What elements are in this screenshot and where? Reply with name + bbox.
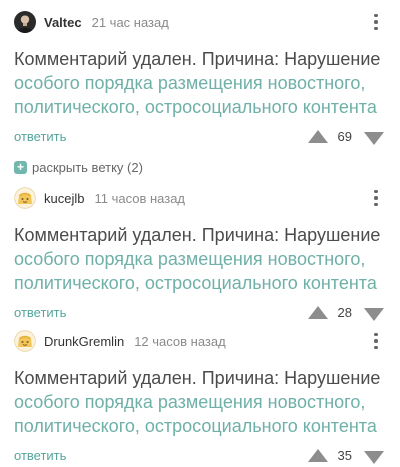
comment-text-plain: Комментарий удален. Причина: Нарушение [14,225,381,245]
comment-time: 11 часов назад [94,190,186,206]
comment-text-link[interactable]: особого порядка размещения новостного, п… [14,392,377,436]
more-options-icon[interactable] [370,329,382,353]
comment-text-plain: Комментарий удален. Причина: Нарушение [14,49,381,69]
reply-button[interactable]: ответить [14,129,66,144]
rating-count: 35 [337,448,352,463]
comment-time: 21 час назад [91,14,169,30]
more-options-icon[interactable] [370,186,382,210]
comment-header: Valtec 21 час назад [14,9,169,35]
avatar[interactable] [14,187,36,209]
comment-text-link[interactable]: особого порядка размещения новостного, п… [14,249,377,293]
comment-header: kucejlb 11 часов назад [14,185,185,211]
author-name[interactable]: kucejlb [44,191,84,206]
author-name[interactable]: DrunkGremlin [44,334,124,349]
arrow-up-icon[interactable] [308,306,328,319]
comment-text-link[interactable]: особого порядка размещения новостного, п… [14,73,377,117]
expand-thread-button[interactable]: + раскрыть ветку (2) [14,158,143,176]
comment-text: Комментарий удален. Причина: Нарушение о… [14,366,389,438]
avatar[interactable] [14,330,36,352]
rating-count: 69 [337,129,352,144]
comment-time: 12 часов назад [134,333,226,349]
comment-footer: ответить 28 [14,302,386,324]
comment-footer: ответить 35 [14,445,386,467]
arrow-down-icon[interactable] [364,132,384,145]
arrow-down-icon[interactable] [364,451,384,464]
comment-text-plain: Комментарий удален. Причина: Нарушение [14,368,381,388]
comment-text: Комментарий удален. Причина: Нарушение о… [14,223,389,295]
plus-square-icon: + [14,160,27,174]
expand-thread-label: раскрыть ветку (2) [32,159,143,175]
more-options-icon[interactable] [370,10,382,34]
rating-count: 28 [337,305,352,320]
arrow-down-icon[interactable] [364,308,384,321]
arrow-up-icon[interactable] [308,130,328,143]
reply-button[interactable]: ответить [14,305,66,320]
comment-text: Комментарий удален. Причина: Нарушение о… [14,47,389,119]
comment-header: DrunkGremlin 12 часов назад [14,328,226,354]
avatar[interactable] [14,11,36,33]
comment-footer: ответить 69 [14,126,386,148]
arrow-up-icon[interactable] [308,449,328,462]
author-name[interactable]: Valtec [44,15,82,30]
reply-button[interactable]: ответить [14,448,66,463]
